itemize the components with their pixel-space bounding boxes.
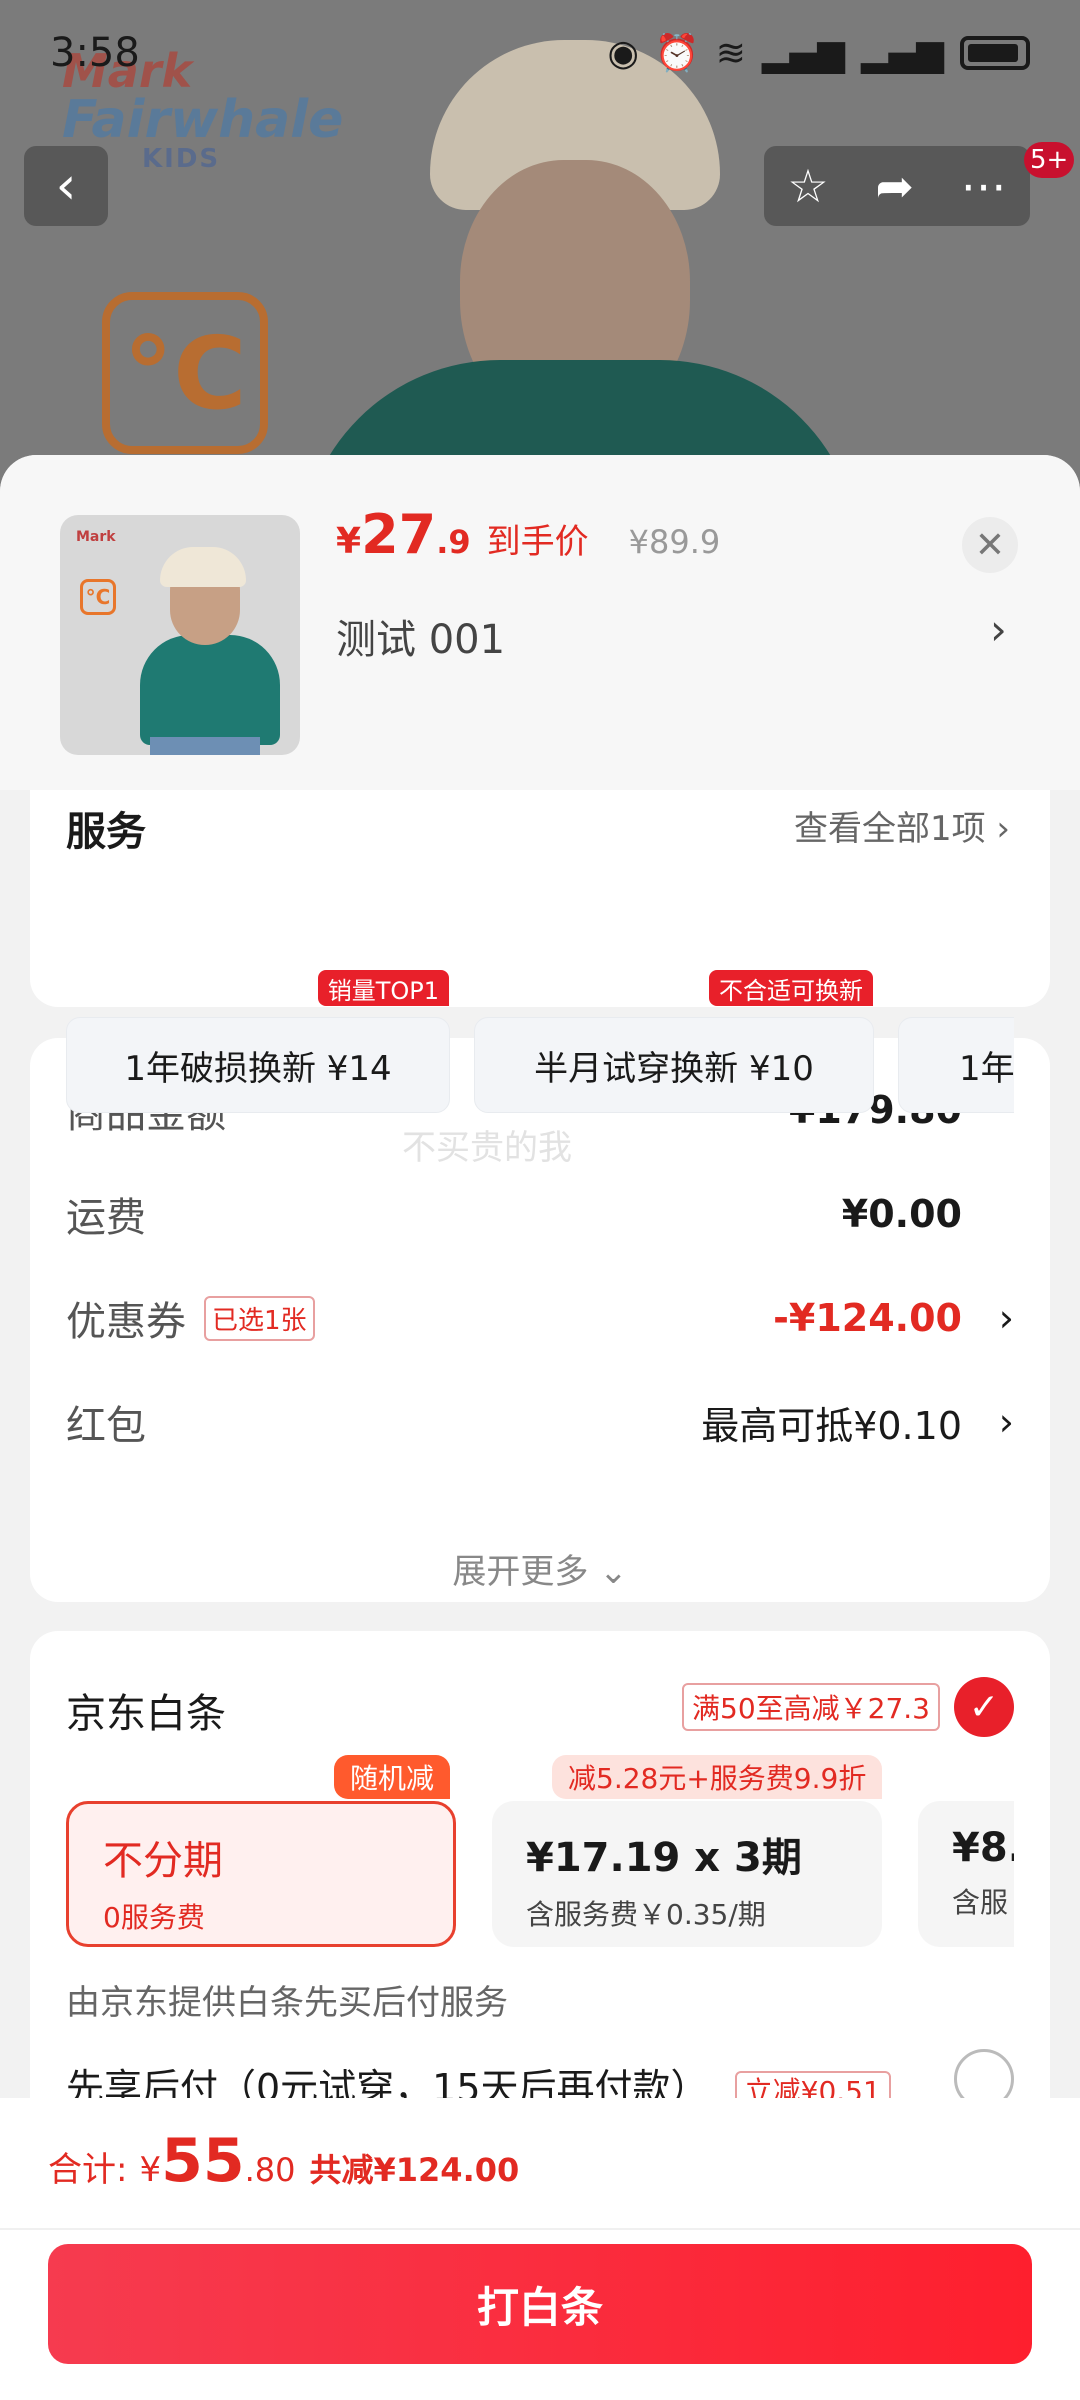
baitiao-selected-check[interactable]: ✓ <box>954 1677 1014 1737</box>
coupon-selected-tag: 已选1张 <box>204 1295 315 1341</box>
price-tag: 到手价 <box>486 522 589 562</box>
baitiao-title: 京东白条 <box>66 1691 226 1737</box>
battery-icon <box>960 36 1030 70</box>
service-option-label: 1年破损换新 ¥14 <box>124 1048 392 1089</box>
chevron-right-icon: › <box>998 1296 1014 1340</box>
plan-sub-text: 含服 <box>952 1886 1009 1919</box>
plan-badge: 随机减 <box>334 1755 451 1799</box>
installment-plan-row: 不分期 0服务费 ¥17.19 x 3期 含服务费￥0.35/期 ¥8. 含服 <box>66 1791 1014 1951</box>
plan-badge: 减5.28元+服务费9.9折 <box>552 1755 883 1799</box>
summary-row-red-packet[interactable]: 红包 最高可抵¥0.10 › <box>66 1392 1014 1452</box>
service-option-label: 1年 <box>959 1048 1014 1089</box>
status-icons: ◉ ⏰ ≋ ▂▄▆ ▂▄▆ <box>607 32 1030 74</box>
chevron-right-icon: › <box>998 1400 1014 1444</box>
order-total: 合计: ¥ 55 .80 共减¥124.00 <box>48 2126 519 2196</box>
thumb-hat-shape <box>160 547 246 587</box>
chevron-right-icon[interactable]: › <box>990 605 1007 654</box>
share-icon[interactable]: ➦ <box>875 159 914 213</box>
price-summary-card: 不买贵的我 商品金额 ¥179.80 运费 ¥0.00 优惠券 已选1张 -¥1… <box>30 1038 1050 1602</box>
close-icon: ✕ <box>974 524 1006 566</box>
nav-action-group: ☆ ➦ ⋯ <box>764 146 1030 226</box>
row-label: 红包 <box>66 1403 146 1449</box>
alarm-icon: ⏰ <box>654 33 700 74</box>
notification-badge: 5+ <box>1024 142 1075 178</box>
divider <box>0 2228 1080 2230</box>
price-decimal: .9 <box>436 523 471 561</box>
total-integer: 55 <box>161 2126 245 2196</box>
price-integer: 27 <box>361 503 437 566</box>
row-label: 优惠券 <box>66 1299 186 1345</box>
installment-plan-option[interactable]: ¥8. 含服 <box>918 1801 1014 1947</box>
service-option-label: 半月试穿换新 ¥10 <box>534 1048 814 1089</box>
plan-sub-text: 含服务费￥0.35/期 <box>526 1898 766 1931</box>
service-option[interactable]: 半月试穿换新 ¥10 不合适可换新 <box>474 970 874 1113</box>
plan-main-text: 不分期 <box>103 1838 223 1884</box>
price-symbol: ¥ <box>336 521 362 562</box>
service-badge: 销量TOP1 <box>317 970 449 1006</box>
row-value: ¥0.00 <box>841 1192 962 1236</box>
installment-plan-option[interactable]: ¥17.19 x 3期 含服务费￥0.35/期 <box>492 1801 882 1947</box>
expand-more-label: 展开更多 <box>452 1552 589 1592</box>
warm-temperature-icon: °C <box>102 292 268 454</box>
plan-sub-text: 0服务费 <box>103 1901 205 1934</box>
sheet-header: Mark °C ¥ 27 .9 到手价 ¥89.9 ✕ 测试 001 › <box>0 455 1080 790</box>
total-saved: 共减¥124.00 <box>309 2151 520 2189</box>
wifi-icon: ≋ <box>715 32 746 74</box>
plan-main-text: ¥17.19 x 3期 <box>526 1835 802 1881</box>
status-bar: 3:58 ◉ ⏰ ≋ ▂▄▆ ▂▄▆ <box>0 0 1080 110</box>
services-view-all[interactable]: 查看全部1项 › <box>794 801 1010 850</box>
expand-more-button[interactable]: 展开更多 ⌄ <box>30 1544 1050 1593</box>
row-value: 最高可抵¥0.10 <box>701 1403 962 1448</box>
pay-with-baitiao-button[interactable]: 打白条 <box>48 2244 1032 2364</box>
services-row: 1年破损换新 ¥14 销量TOP1 半月试穿换新 ¥10 不合适可换新 1年 <box>66 963 1014 1113</box>
services-title: 服务 <box>66 809 146 855</box>
row-label: 运费 <box>66 1195 146 1241</box>
total-label: 合计: <box>48 2150 128 2190</box>
total-symbol: ¥ <box>139 2150 162 2190</box>
eye-icon: ◉ <box>607 32 639 74</box>
service-option[interactable]: 1年 <box>898 1017 1014 1113</box>
chevron-left-icon: ‹ <box>55 156 77 216</box>
row-value: -¥124.00 <box>773 1296 962 1340</box>
plan-main-text: ¥8. <box>952 1825 1014 1871</box>
selected-variant[interactable]: 测试 001 <box>336 607 505 665</box>
service-badge: 不合适可换新 <box>709 970 873 1006</box>
baitiao-provider-note: 由京东提供白条先买后付服务 <box>66 1983 508 2023</box>
signal-icon: ▂▄▆ <box>761 32 845 74</box>
product-price: ¥ 27 .9 到手价 ¥89.9 <box>336 503 720 566</box>
star-icon[interactable]: ☆ <box>787 159 828 213</box>
original-price: ¥89.9 <box>628 523 721 561</box>
checkout-bottom-bar: 合计: ¥ 55 .80 共减¥124.00 打白条 <box>0 2098 1080 2400</box>
total-decimal: .80 <box>244 2151 296 2189</box>
more-icon[interactable]: ⋯ <box>961 159 1007 213</box>
product-thumbnail[interactable]: Mark °C <box>60 515 300 755</box>
thumb-sweater-shape <box>140 635 280 745</box>
services-view-all-label: 查看全部1项 <box>793 809 986 849</box>
close-button[interactable]: ✕ <box>962 517 1018 573</box>
summary-row-shipping: 运费 ¥0.00 <box>66 1184 1014 1244</box>
back-button[interactable]: ‹ <box>24 146 108 226</box>
status-time: 3:58 <box>50 30 140 76</box>
thumb-temperature-icon: °C <box>80 579 116 615</box>
summary-row-coupon[interactable]: 优惠券 已选1张 -¥124.00 › <box>66 1288 1014 1348</box>
service-option[interactable]: 1年破损换新 ¥14 销量TOP1 <box>66 970 450 1113</box>
installment-plan-option[interactable]: 不分期 0服务费 <box>66 1801 456 1947</box>
signal-2-icon: ▂▄▆ <box>860 32 944 74</box>
thumb-logo: Mark <box>76 529 116 545</box>
chevron-down-icon: ⌄ <box>599 1552 628 1592</box>
thumb-jeans-shape <box>150 737 260 755</box>
checkmark-icon: ✓ <box>968 1686 1000 1728</box>
baitiao-promo-tag: 满50至高减￥27.3 <box>682 1683 940 1731</box>
